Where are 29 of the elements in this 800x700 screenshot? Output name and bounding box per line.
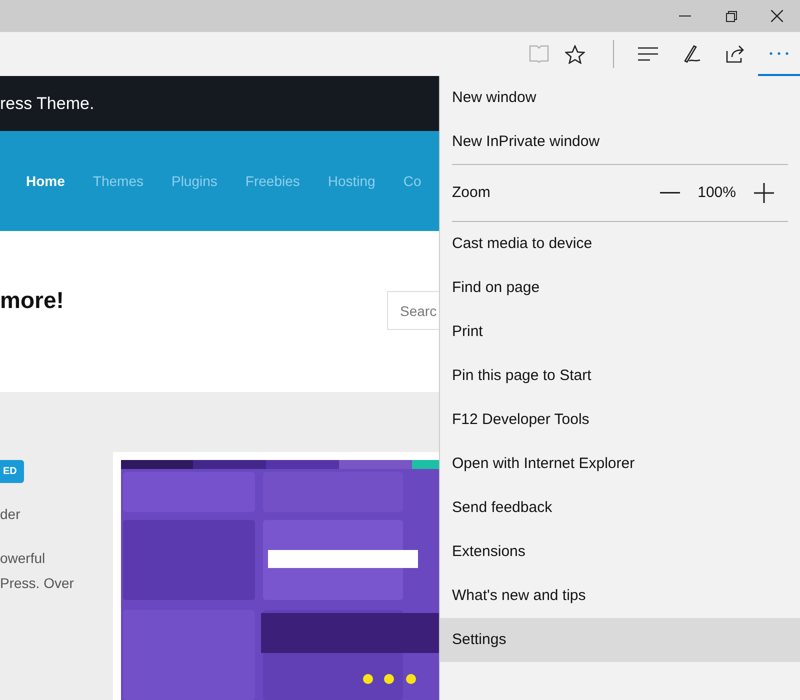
share-icon	[726, 45, 746, 63]
badge: ED	[0, 460, 24, 483]
menu-item[interactable]: Cast media to device	[440, 222, 800, 266]
menu-item[interactable]: Pin this page to Start	[440, 354, 800, 398]
page-heading: more!	[0, 286, 64, 315]
more-icon	[769, 52, 789, 54]
menu-item[interactable]: Settings	[440, 618, 800, 662]
menu-item[interactable]: F12 Developer Tools	[440, 398, 800, 442]
post-text: Press. Over	[0, 574, 75, 593]
close-icon	[771, 10, 783, 22]
plus-icon	[754, 183, 774, 203]
post-text: der	[0, 505, 22, 524]
menu-item[interactable]: Extensions	[440, 530, 800, 574]
pen-icon	[682, 44, 702, 64]
star-icon	[565, 44, 585, 64]
menu-item[interactable]: Open with Internet Explorer	[440, 442, 800, 486]
zoom-label: Zoom	[452, 182, 492, 203]
zoom-value: 100%	[698, 182, 736, 203]
lines-icon	[638, 47, 658, 61]
post-text: owerful	[0, 549, 46, 568]
restore-icon	[726, 10, 736, 22]
menu-item[interactable]: Send feedback	[440, 486, 800, 530]
menu-item[interactable]: New InPrivate window	[440, 120, 800, 164]
menu-item[interactable]: New window	[440, 76, 800, 120]
book-icon	[529, 45, 549, 63]
minus-icon	[660, 192, 680, 194]
minimize-icon	[679, 15, 691, 17]
banner-text: ress Theme.	[0, 92, 94, 115]
menu-item[interactable]: What's new and tips	[440, 574, 800, 618]
